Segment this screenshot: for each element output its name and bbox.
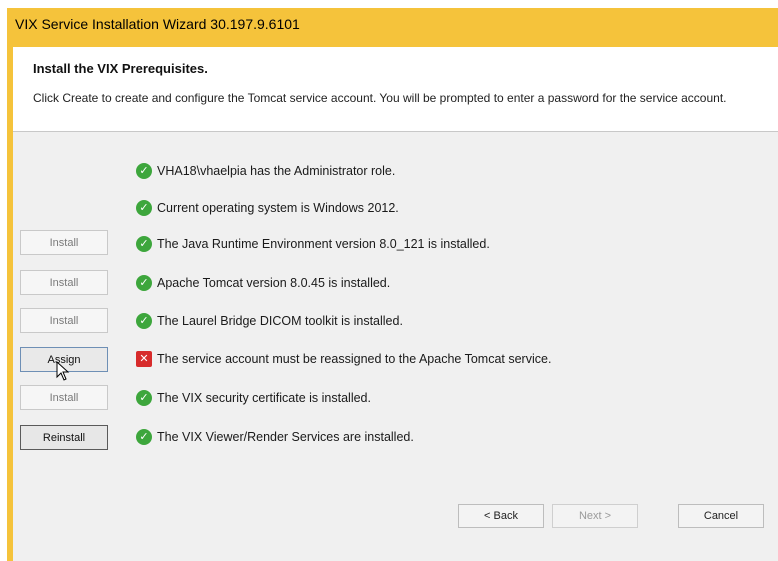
status-text-java: The Java Runtime Environment version 8.0… bbox=[157, 237, 490, 251]
status-text-service-account: The service account must be reassigned t… bbox=[157, 352, 552, 366]
status-text-admin-role: VHA18\vhaelpia has the Administrator rol… bbox=[157, 164, 396, 178]
status-text-viewer: The VIX Viewer/Render Services are insta… bbox=[157, 430, 414, 444]
status-icon-tomcat: ✓ bbox=[136, 275, 154, 293]
reinstall-viewer-button[interactable]: Reinstall bbox=[20, 425, 108, 450]
check-circle-icon: ✓ bbox=[136, 163, 152, 179]
wizard-window: VIX Service Installation Wizard 30.197.9… bbox=[0, 0, 778, 561]
install-dicom-button[interactable]: Install bbox=[20, 308, 108, 333]
status-icon-service-account: ✕ bbox=[136, 351, 154, 369]
status-text-certificate: The VIX security certificate is installe… bbox=[157, 391, 371, 405]
cancel-button[interactable]: Cancel bbox=[678, 504, 764, 528]
status-text-tomcat: Apache Tomcat version 8.0.45 is installe… bbox=[157, 276, 391, 290]
check-circle-icon: ✓ bbox=[136, 200, 152, 216]
next-button[interactable]: Next > bbox=[552, 504, 638, 528]
install-java-button[interactable]: Install bbox=[20, 230, 108, 255]
status-text-dicom: The Laurel Bridge DICOM toolkit is insta… bbox=[157, 314, 403, 328]
check-circle-icon: ✓ bbox=[136, 429, 152, 445]
status-icon-certificate: ✓ bbox=[136, 390, 154, 408]
pointer-cursor-icon bbox=[56, 361, 70, 381]
status-icon-viewer: ✓ bbox=[136, 429, 154, 447]
status-icon-admin-role: ✓ bbox=[136, 163, 154, 181]
install-tomcat-button[interactable]: Install bbox=[20, 270, 108, 295]
status-icon-java: ✓ bbox=[136, 236, 154, 254]
page-title: Install the VIX Prerequisites. bbox=[33, 61, 208, 76]
check-circle-icon: ✓ bbox=[136, 275, 152, 291]
check-circle-icon: ✓ bbox=[136, 313, 152, 329]
window-title: VIX Service Installation Wizard 30.197.9… bbox=[15, 16, 300, 32]
install-certificate-button[interactable]: Install bbox=[20, 385, 108, 410]
status-icon-os: ✓ bbox=[136, 200, 154, 218]
status-icon-dicom: ✓ bbox=[136, 313, 154, 331]
page-description: Click Create to create and configure the… bbox=[33, 91, 727, 105]
back-button[interactable]: < Back bbox=[458, 504, 544, 528]
check-circle-icon: ✓ bbox=[136, 236, 152, 252]
status-text-os: Current operating system is Windows 2012… bbox=[157, 201, 399, 215]
error-x-icon: ✕ bbox=[136, 351, 152, 367]
wizard-header: Install the VIX Prerequisites. Click Cre… bbox=[13, 47, 778, 132]
title-bar: VIX Service Installation Wizard 30.197.9… bbox=[7, 8, 778, 41]
check-circle-icon: ✓ bbox=[136, 390, 152, 406]
